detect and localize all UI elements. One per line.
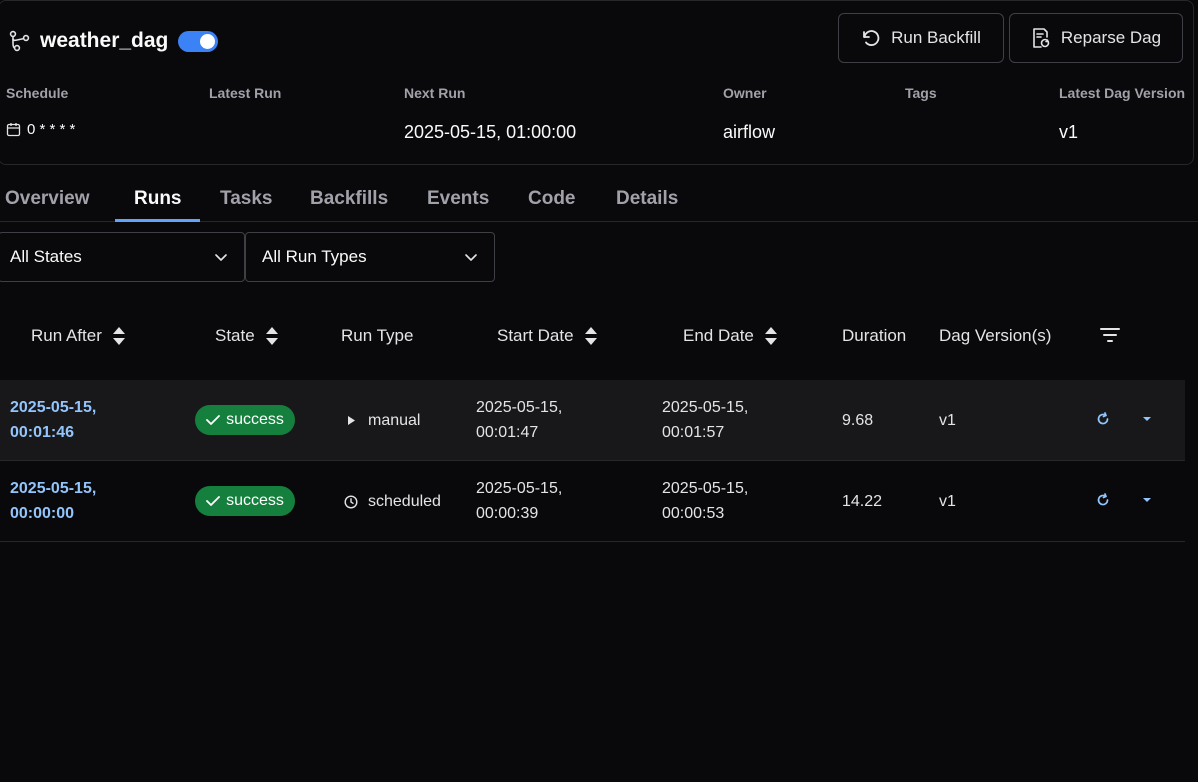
schedule-value-row: 0 * * * * [6,121,75,138]
run-backfill-button[interactable]: Run Backfill [838,13,1004,63]
end-time: 00:00:53 [662,505,725,522]
column-header-state-label: State [215,326,255,345]
state-filter-value: All States [10,247,82,266]
next-run-value: 2025-05-15, 01:00:00 [404,122,577,142]
run-type-filter-select[interactable]: All Run Types [245,232,495,282]
owner-label: Owner [723,85,767,101]
tab-details[interactable]: Details [616,188,678,210]
column-header-run-after-label: Run After [31,326,102,345]
file-refresh-icon [1031,27,1051,49]
state-filter-select[interactable]: All States [0,232,245,282]
tags-label: Tags [905,85,937,101]
owner-value[interactable]: airflow [723,122,775,143]
dag-runs-page: weather_dag Run Backfill Reparse Dag Sch… [0,0,1198,782]
tab-backfills[interactable]: Backfills [310,188,388,210]
dag-version-cell: v1 [939,493,956,510]
clear-run-refresh-icon[interactable] [1096,412,1110,426]
sort-icon[interactable] [265,326,279,346]
calendar-icon [6,122,21,137]
status-badge-label: success [226,411,284,428]
dag-pause-toggle[interactable] [178,30,219,52]
undo-arrow-icon [861,28,881,48]
column-header-end-date-label: End Date [683,326,754,345]
tab-runs[interactable]: Runs [134,188,182,210]
run-type-filter-value: All Run Types [262,247,367,266]
column-filter-icon[interactable] [1099,326,1121,349]
start-date-cell: 2025-05-15, 00:00:39 [476,476,562,526]
dag-title: weather_dag [40,29,169,52]
tab-overview[interactable]: Overview [5,188,90,210]
start-time: 00:01:47 [476,424,539,441]
tab-code[interactable]: Code [528,188,576,210]
run-type-cell: scheduled [344,489,441,514]
clock-icon [344,494,358,509]
status-badge: success [195,405,295,435]
start-date-cell: 2025-05-15, 00:01:47 [476,395,562,445]
sort-icon[interactable] [584,326,598,346]
run-backfill-label: Run Backfill [891,28,981,47]
column-header-run-after[interactable]: Run After [31,326,126,346]
sort-icon[interactable] [764,326,778,346]
dag-tabs: Overview Runs Tasks Backfills Events Cod… [0,176,1198,222]
column-header-dag-versions-label: Dag Version(s) [939,326,1052,345]
run-after-date: 2025-05-15, [10,480,97,497]
latest-run-label: Latest Run [209,85,282,101]
column-header-duration-label: Duration [842,326,907,345]
dag-version-cell: v1 [939,412,956,429]
column-header-duration: Duration [842,326,906,346]
tab-tasks[interactable]: Tasks [220,188,272,210]
start-date: 2025-05-15, [476,480,563,497]
run-after-time: 00:01:46 [10,424,75,441]
end-time: 00:01:57 [662,424,725,441]
run-after-link[interactable]: 2025-05-15, 00:01:46 [10,395,96,445]
start-time: 00:00:39 [476,505,539,522]
status-badge: success [195,486,295,516]
dag-title-row: weather_dag [9,27,219,55]
check-icon [206,495,220,507]
reparse-dag-button[interactable]: Reparse Dag [1009,13,1183,63]
next-run-label: Next Run [404,85,466,101]
sort-icon[interactable] [112,326,126,346]
dag-header-card: weather_dag Run Backfill Reparse Dag Sch… [0,0,1194,165]
end-date-cell: 2025-05-15, 00:00:53 [662,476,748,526]
chevron-down-icon [214,250,228,264]
schedule-value: 0 * * * * [27,121,76,138]
row-menu-caret-icon[interactable] [1142,416,1152,422]
duration-cell: 9.68 [842,412,874,429]
column-header-start-date[interactable]: Start Date [497,326,598,346]
run-after-time: 00:00:00 [10,505,75,522]
latest-dag-version-label: Latest Dag Version [1059,85,1186,101]
reparse-dag-label: Reparse Dag [1060,28,1162,47]
column-header-state[interactable]: State [215,326,279,346]
end-date: 2025-05-15, [662,480,749,497]
row-menu-caret-icon[interactable] [1142,497,1152,503]
run-after-date: 2025-05-15, [10,399,97,416]
play-icon [344,415,358,426]
column-header-run-type: Run Type [341,326,413,346]
schedule-label: Schedule [6,85,69,101]
end-date-cell: 2025-05-15, 00:01:57 [662,395,748,445]
column-header-start-date-label: Start Date [497,326,574,345]
run-type-label: manual [368,412,421,429]
column-header-end-date[interactable]: End Date [683,326,778,346]
table-row: 2025-05-15, 00:01:46 success manual 2025… [0,380,1185,461]
end-date: 2025-05-15, [662,399,749,416]
column-header-dag-versions: Dag Version(s) [939,326,1051,346]
run-type-label: scheduled [368,493,441,510]
check-icon [206,414,220,426]
run-after-link[interactable]: 2025-05-15, 00:00:00 [10,476,96,526]
active-tab-indicator [115,219,200,222]
chevron-down-icon [464,250,478,264]
run-type-cell: manual [344,408,420,433]
duration-cell: 14.22 [842,493,883,510]
status-badge-label: success [226,492,284,509]
latest-dag-version-value: v1 [1059,122,1079,142]
clear-run-refresh-icon[interactable] [1096,493,1110,507]
tab-events[interactable]: Events [427,188,489,210]
table-row: 2025-05-15, 00:00:00 success scheduled 2… [0,461,1185,542]
dag-graph-icon [9,30,31,52]
column-header-run-type-label: Run Type [341,326,414,345]
start-date: 2025-05-15, [476,399,563,416]
